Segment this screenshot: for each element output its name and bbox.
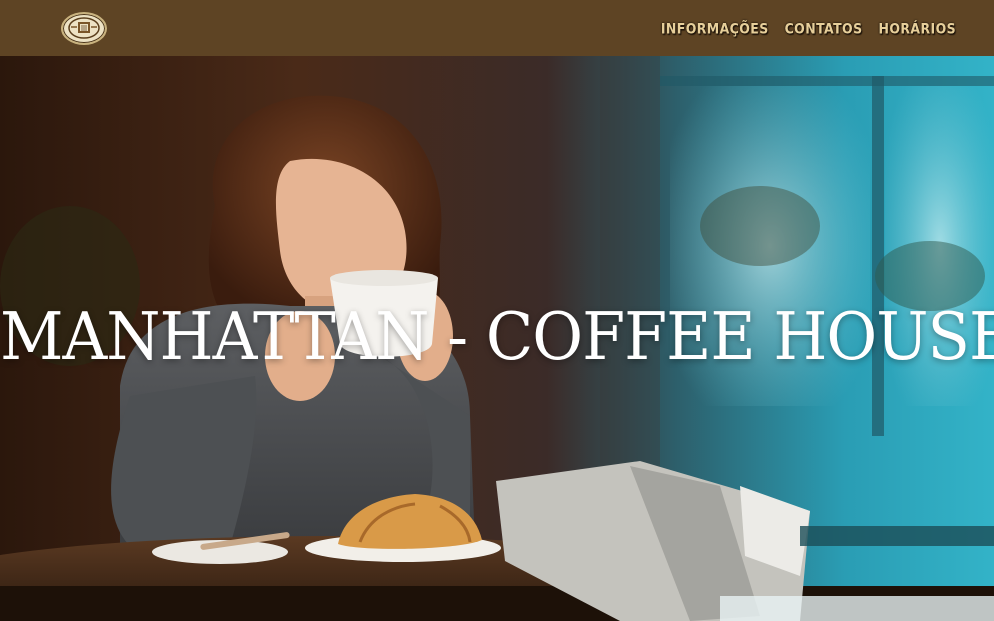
coffee-house-logo-icon[interactable]	[61, 11, 107, 45]
nav-link-informacoes[interactable]: INFORMAÇÕES	[661, 19, 769, 36]
hero-banner: MANHATTAN - COFFEE HOUSE	[0, 56, 994, 621]
nav-link-horarios[interactable]: HORÁRIOS	[879, 19, 957, 36]
emblem-icon	[68, 17, 100, 39]
top-navbar: INFORMAÇÕES CONTATOS HORÁRIOS	[0, 0, 994, 56]
main-navigation: INFORMAÇÕES CONTATOS HORÁRIOS	[661, 19, 957, 36]
nav-link-contatos[interactable]: CONTATOS	[785, 19, 863, 36]
hero-title: MANHATTAN - COFFEE HOUSE	[0, 298, 994, 375]
